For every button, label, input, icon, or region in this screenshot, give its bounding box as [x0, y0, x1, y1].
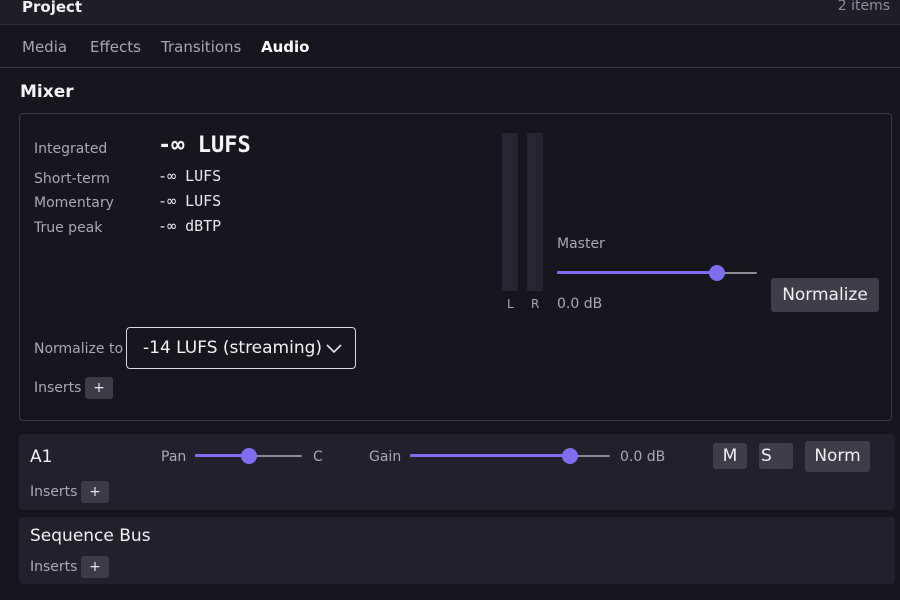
item-count: 2 items: [837, 0, 890, 14]
momentary-value: -∞ LUFS: [158, 192, 222, 210]
chevron-down-icon: [325, 340, 343, 359]
normalize-button[interactable]: Normalize: [771, 278, 879, 312]
short-term-value: -∞ LUFS: [158, 167, 222, 185]
gain-slider-thumb[interactable]: [562, 448, 578, 464]
project-header: Project 2 items: [0, 0, 900, 25]
solo-button[interactable]: S: [759, 443, 793, 469]
meter-left-label: L: [507, 297, 514, 311]
mixer-add-insert-button[interactable]: +: [85, 377, 113, 399]
meter-right: [527, 133, 543, 291]
gain-slider[interactable]: [410, 448, 610, 464]
track-inserts-label: Inserts: [30, 484, 78, 500]
master-value: 0.0 dB: [557, 296, 603, 312]
short-term-label: Short-term: [34, 171, 110, 187]
normalize-track-button[interactable]: Norm: [805, 441, 870, 472]
mixer-title: Mixer: [20, 82, 74, 102]
bus-inserts-label: Inserts: [30, 559, 78, 575]
pan-slider-thumb[interactable]: [240, 448, 257, 464]
master-slider[interactable]: [557, 265, 757, 281]
tab-effects[interactable]: Effects: [90, 38, 141, 56]
bus-add-insert-button[interactable]: +: [81, 556, 109, 578]
tab-transitions[interactable]: Transitions: [161, 38, 241, 56]
momentary-label: Momentary: [34, 195, 114, 211]
master-slider-fill: [557, 271, 717, 274]
true-peak-label: True peak: [34, 220, 103, 236]
gain-value: 0.0 dB: [620, 449, 666, 465]
meter-right-label: R: [531, 297, 540, 311]
pan-slider[interactable]: [195, 448, 302, 464]
project-title: Project: [22, 0, 83, 16]
tab-audio[interactable]: Audio: [261, 38, 309, 56]
tab-media[interactable]: Media: [22, 38, 67, 56]
gain-label: Gain: [369, 449, 402, 465]
normalize-target-value: -14 LUFS (streaming): [143, 338, 323, 358]
meter-left: [502, 133, 518, 291]
normalize-to-label: Normalize to: [34, 341, 124, 357]
integrated-label: Integrated: [34, 141, 108, 157]
integrated-value: -∞ LUFS: [158, 133, 251, 158]
bus-name: Sequence Bus: [30, 526, 151, 546]
mixer-inserts-label: Inserts: [34, 380, 82, 396]
tab-bar: Media Effects Transitions Audio: [0, 25, 900, 68]
track-add-insert-button[interactable]: +: [81, 481, 109, 503]
mute-button[interactable]: M: [713, 443, 747, 469]
pan-value: C: [313, 449, 323, 465]
mixer-panel: [19, 113, 892, 421]
true-peak-value: -∞ dBTP: [158, 217, 222, 235]
normalize-target-select[interactable]: -14 LUFS (streaming): [126, 327, 356, 369]
master-slider-thumb[interactable]: [709, 265, 725, 281]
track-name: A1: [30, 447, 53, 467]
gain-slider-fill: [410, 454, 570, 457]
pan-label: Pan: [161, 449, 187, 465]
master-label: Master: [557, 236, 605, 252]
